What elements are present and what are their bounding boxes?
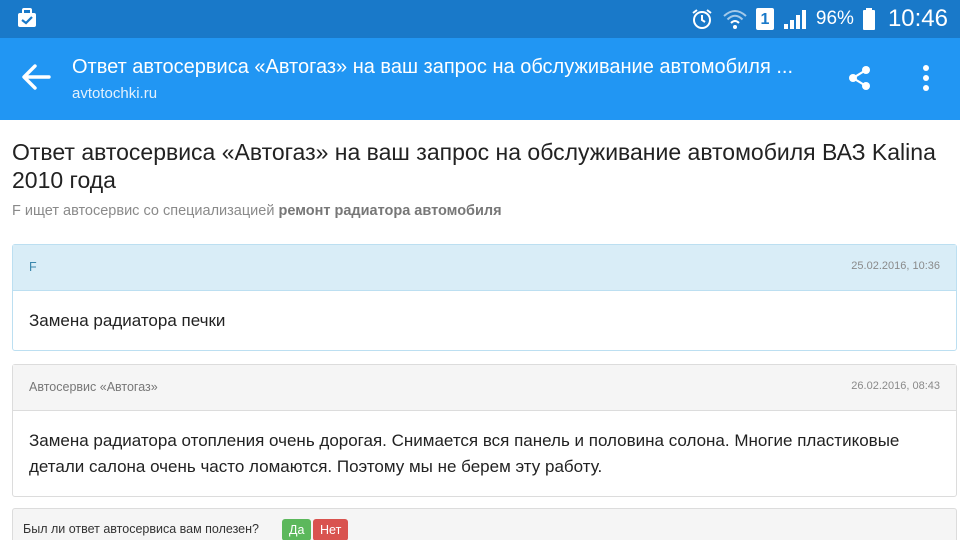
message-card-service: Автосервис «Автогаз» 26.02.2016, 08:43 З… [12,364,957,497]
more-vertical-icon [922,64,930,97]
sim-icon: 1 [755,8,774,30]
feedback-panel: Был ли ответ автосервиса вам полезен? Да… [12,508,957,540]
battery-icon [862,7,876,31]
status-icons: 1 96% 10:46 [690,0,948,38]
message-date: 25.02.2016, 10:36 [851,260,940,272]
share-icon [846,64,874,97]
wifi-icon [722,7,748,31]
app-bar: Ответ автосервиса «Автогаз» на ваш запро… [0,38,960,120]
message-author: F [29,260,37,274]
search-prefix: F ищет автосервис со специализацией [12,203,275,219]
clock-time: 10:46 [887,5,948,32]
app-bar-title: Ответ автосервиса «Автогаз» на ваш запро… [72,56,794,78]
battery-percent: 96% [815,8,854,29]
app-bar-subtitle: avtotochki.ru [72,85,158,102]
search-summary: F ищет автосервис со специализацией ремо… [12,203,502,219]
back-button[interactable] [14,57,58,101]
message-header: Автосервис «Автогаз» 26.02.2016, 08:43 [13,365,956,411]
message-card-user: F 25.02.2016, 10:36 Замена радиатора печ… [12,244,957,351]
message-date: 26.02.2016, 08:43 [851,380,940,392]
share-button[interactable] [838,58,882,102]
briefcase-check-icon [16,7,38,29]
feedback-question: Был ли ответ автосервиса вам полезен? [23,522,259,536]
overflow-menu-button[interactable] [904,58,948,102]
feedback-no-button[interactable]: Нет [313,519,349,540]
message-text: Замена радиатора отопления очень дорогая… [29,431,900,476]
status-bar: 1 96% 10:46 [0,0,960,38]
arrow-left-icon [21,63,51,95]
signal-icon [782,7,808,31]
page-title: Ответ автосервиса «Автогаз» на ваш запро… [12,139,936,193]
feedback-yes-button[interactable]: Да [282,519,312,540]
message-text: Замена радиатора печки [29,311,226,330]
search-specialization: ремонт радиатора автомобиля [278,203,502,219]
message-header: F 25.02.2016, 10:36 [13,245,956,291]
alarm-icon [690,7,714,31]
message-author: Автосервис «Автогаз» [29,380,158,394]
